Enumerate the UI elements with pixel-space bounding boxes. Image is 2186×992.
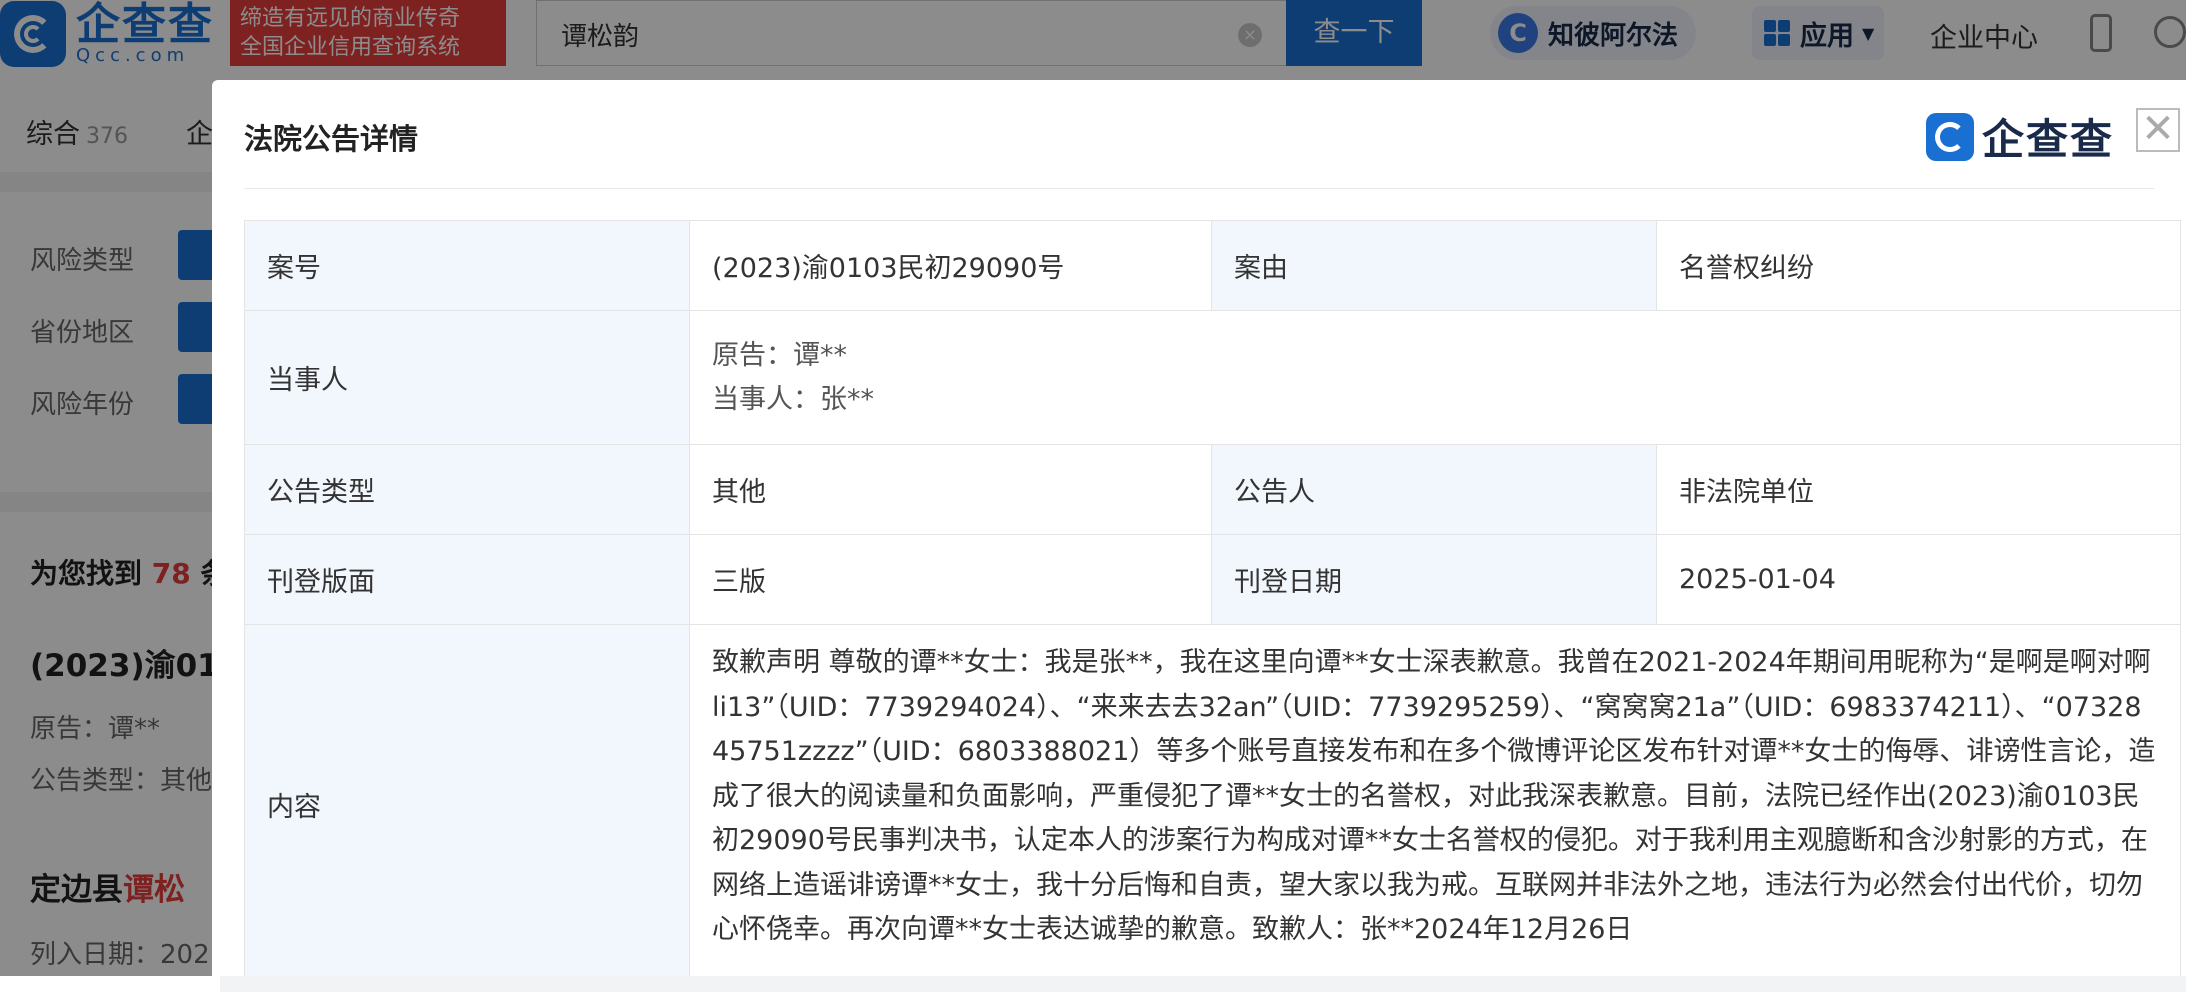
table-row: 刊登版面 三版 刊登日期 2025-01-04	[244, 534, 2181, 625]
plaintiff-text: 原告：谭**	[712, 339, 847, 371]
table-row: 案号 (2023)渝0103民初29090号 案由 名誉权纠纷	[244, 220, 2181, 311]
cause-value: 名誉权纠纷	[1656, 220, 2181, 311]
case-no-label: 案号	[244, 220, 690, 311]
brand-logo: 企查查	[1926, 106, 2114, 167]
parties-value: 原告：谭** 当事人：张**	[689, 310, 2181, 445]
header-divider	[244, 188, 2154, 189]
case-no-link[interactable]: (2023)渝0103民初29090号	[689, 220, 1212, 311]
close-icon: ✕	[2141, 106, 2175, 152]
table-row: 内容 致歉声明 尊敬的谭**女士：我是张**，我在这里向谭**女士深表歉意。我曾…	[244, 624, 2181, 976]
party-text: 当事人：张**	[712, 383, 874, 415]
parties-label: 当事人	[244, 310, 690, 445]
cause-label: 案由	[1211, 220, 1657, 311]
date-label: 刊登日期	[1211, 534, 1657, 625]
announcer-label: 公告人	[1211, 444, 1657, 535]
qcc-brand-icon	[1926, 112, 1974, 161]
type-value: 其他	[689, 444, 1212, 535]
page-value: 三版	[689, 534, 1212, 625]
announcer-value: 非法院单位	[1656, 444, 2181, 535]
date-value: 2025-01-04	[1656, 534, 2181, 625]
table-row: 当事人 原告：谭** 当事人：张**	[244, 310, 2181, 445]
brand-text: 企查查	[1982, 115, 2115, 164]
type-label: 公告类型	[244, 444, 690, 535]
content-label: 内容	[244, 624, 690, 976]
notice-detail-table: 案号 (2023)渝0103民初29090号 案由 名誉权纠纷 当事人 原告：谭…	[244, 220, 2181, 976]
court-notice-modal: 法院公告详情 企查查 ✕ 案号 (2023)渝0103民初29090号 案由 名…	[212, 80, 2186, 976]
close-button[interactable]: ✕	[2136, 108, 2180, 152]
modal-title: 法院公告详情	[244, 122, 419, 156]
page-label: 刊登版面	[244, 534, 690, 625]
table-row: 公告类型 其他 公告人 非法院单位	[244, 444, 2181, 535]
content-value: 致歉声明 尊敬的谭**女士：我是张**，我在这里向谭**女士深表歉意。我曾在20…	[689, 624, 2181, 976]
